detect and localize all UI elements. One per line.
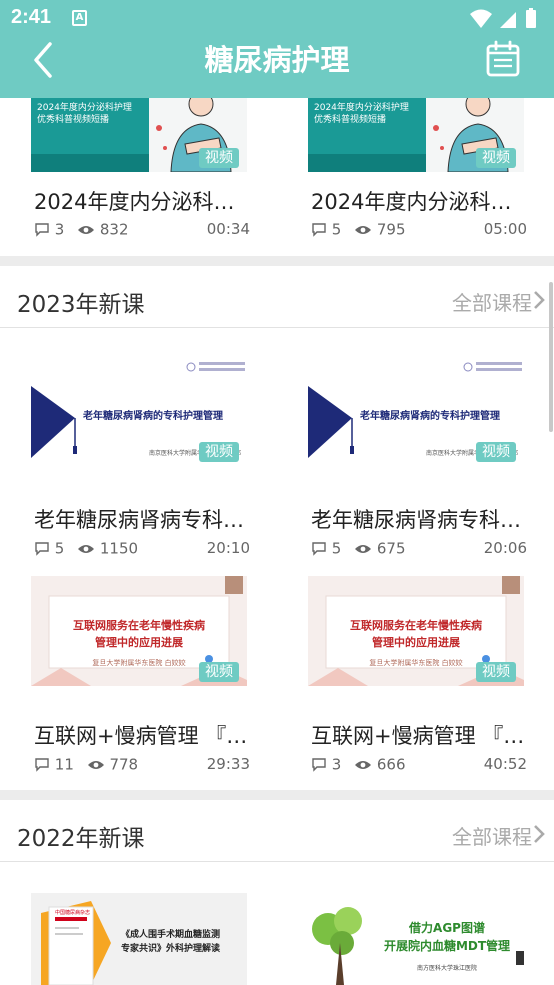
view-count: 832 [99, 220, 129, 239]
comment-count: 5 [54, 539, 65, 558]
all-courses-link[interactable]: 全部课程 [452, 287, 532, 316]
eye-icon [87, 760, 104, 769]
course-meta: 5 795 05:00 [311, 220, 527, 240]
chevron-right-icon[interactable] [532, 290, 546, 310]
thumb-title-2: 专家共识》外科护理解读 [121, 944, 221, 954]
thumb-footer [308, 154, 426, 172]
section-header-divider [0, 861, 554, 862]
course-meta: 3 832 00:34 [34, 220, 250, 240]
course-meta: 3 666 40:52 [311, 755, 527, 775]
course-meta: 11 778 29:33 [34, 755, 250, 775]
view-count: 778 [109, 755, 139, 774]
thumb-title: 互联网服务在老年慢性疾病 [350, 619, 482, 632]
course-thumbnail: 2024年度内分泌科护理 优秀科普视频短播 视频 [308, 98, 524, 172]
calendar-icon [486, 40, 520, 77]
video-badge: 视频 [476, 442, 516, 462]
duration: 20:10 [206, 539, 250, 557]
app-header: 2:41 A 糖尿病护理 [0, 0, 554, 98]
course-title: 互联网+慢病管理 『… [311, 724, 525, 748]
comment-count: 11 [54, 755, 74, 774]
comment-count: 3 [331, 755, 342, 774]
course-thumbnail: 老年糖尿病肾病的专科护理管理 南京医科大学附属老年医院 夏永都 视频 [31, 356, 247, 466]
video-badge: 视频 [476, 148, 516, 168]
comment-count: 5 [331, 220, 342, 239]
duration: 20:06 [483, 539, 527, 557]
status-icons [468, 8, 544, 34]
comment-icon [312, 757, 326, 772]
thumb-title-2: 开展院内血糖MDT管理 [383, 939, 511, 953]
thumb-title: 借力AGP图谱 [409, 921, 485, 935]
thumb-subtitle: 南方医科大学珠江医院 [416, 965, 477, 972]
eye-icon [355, 544, 372, 553]
comment-icon [312, 541, 326, 556]
thumb-title: 老年糖尿病肾病的专科护理管理 [83, 411, 223, 422]
status-time: 2:41 [11, 6, 52, 28]
thumb-title-2: 管理中的应用进展 [372, 636, 460, 649]
duration: 05:00 [483, 220, 527, 238]
course-title: 2024年度内分泌科… [311, 190, 512, 214]
course-thumbnail: 2024年度内分泌科护理 优秀科普视频短播 视频 [31, 98, 247, 172]
course-thumbnail: 互联网服务在老年慢性疾病 管理中的应用进展 复旦大学附属华东医院 白姣姣 视频 [308, 576, 524, 686]
comment-icon [35, 222, 49, 237]
page-title: 糖尿病护理 [204, 43, 350, 77]
thumb-footer [31, 154, 149, 172]
comment-count: 3 [54, 220, 65, 239]
section-title: 2022年新课 [17, 826, 145, 852]
course-thumbnail: 《成人围手术期血糖监测 专家共识》外科护理解读 中国糖尿病杂志 [31, 893, 247, 985]
course-thumbnail: 借力AGP图谱 开展院内血糖MDT管理 南方医科大学珠江医院 [308, 893, 524, 985]
thumb-subtitle: 中国糖尿病杂志 [55, 910, 91, 916]
video-badge: 视频 [199, 148, 239, 168]
view-count: 675 [376, 539, 406, 558]
course-meta: 5 675 20:06 [311, 539, 527, 559]
thumb-title: 《成人围手术期血糖监测 [121, 930, 221, 940]
view-count: 795 [376, 220, 406, 239]
course-title: 互联网+慢病管理 『… [34, 724, 248, 748]
eye-icon [355, 225, 372, 234]
section-divider [0, 256, 554, 266]
all-courses-link[interactable]: 全部课程 [452, 821, 532, 850]
thumb-title-2: 管理中的应用进展 [95, 636, 183, 649]
course-title: 2024年度内分泌科… [34, 190, 235, 214]
chevron-right-icon[interactable] [532, 824, 546, 844]
course-thumbnail: 互联网服务在老年慢性疾病 管理中的应用进展 复旦大学附属华东医院 白姣姣 视频 [31, 576, 247, 686]
calendar-button[interactable] [484, 40, 522, 78]
eye-icon [78, 544, 95, 553]
thumb-text: 优秀科普视频短播 [314, 115, 387, 125]
thumb-text: 优秀科普视频短播 [37, 115, 110, 125]
eye-icon [78, 225, 95, 234]
comment-icon [312, 222, 326, 237]
status-bar: 2:41 A [0, 0, 554, 36]
course-meta: 5 1150 20:10 [34, 539, 250, 559]
comment-icon [35, 541, 49, 556]
video-badge: 视频 [476, 662, 516, 682]
comment-icon [35, 757, 49, 772]
section-header-divider [0, 327, 554, 328]
notification-a-icon: A [72, 10, 87, 26]
course-title: 老年糖尿病肾病专科… [311, 508, 521, 532]
eye-icon [355, 760, 372, 769]
comment-count: 5 [331, 539, 342, 558]
video-badge: 视频 [199, 662, 239, 682]
thumb-title: 互联网服务在老年慢性疾病 [73, 619, 205, 632]
scrollbar[interactable] [549, 282, 553, 432]
duration: 29:33 [206, 755, 250, 773]
wifi-signal-battery-icon [470, 8, 536, 28]
view-count: 666 [376, 755, 406, 774]
course-thumbnail: 老年糖尿病肾病的专科护理管理 南京医科大学附属老年医院 夏永都 视频 [308, 356, 524, 466]
duration: 40:52 [483, 755, 527, 773]
thumb-title: 老年糖尿病肾病的专科护理管理 [360, 411, 500, 422]
course-title: 老年糖尿病肾病专科… [34, 508, 244, 532]
section-divider [0, 790, 554, 800]
view-count: 1150 [99, 539, 139, 558]
section-title: 2023年新课 [17, 292, 145, 318]
video-badge: 视频 [199, 442, 239, 462]
duration: 00:34 [206, 220, 250, 238]
